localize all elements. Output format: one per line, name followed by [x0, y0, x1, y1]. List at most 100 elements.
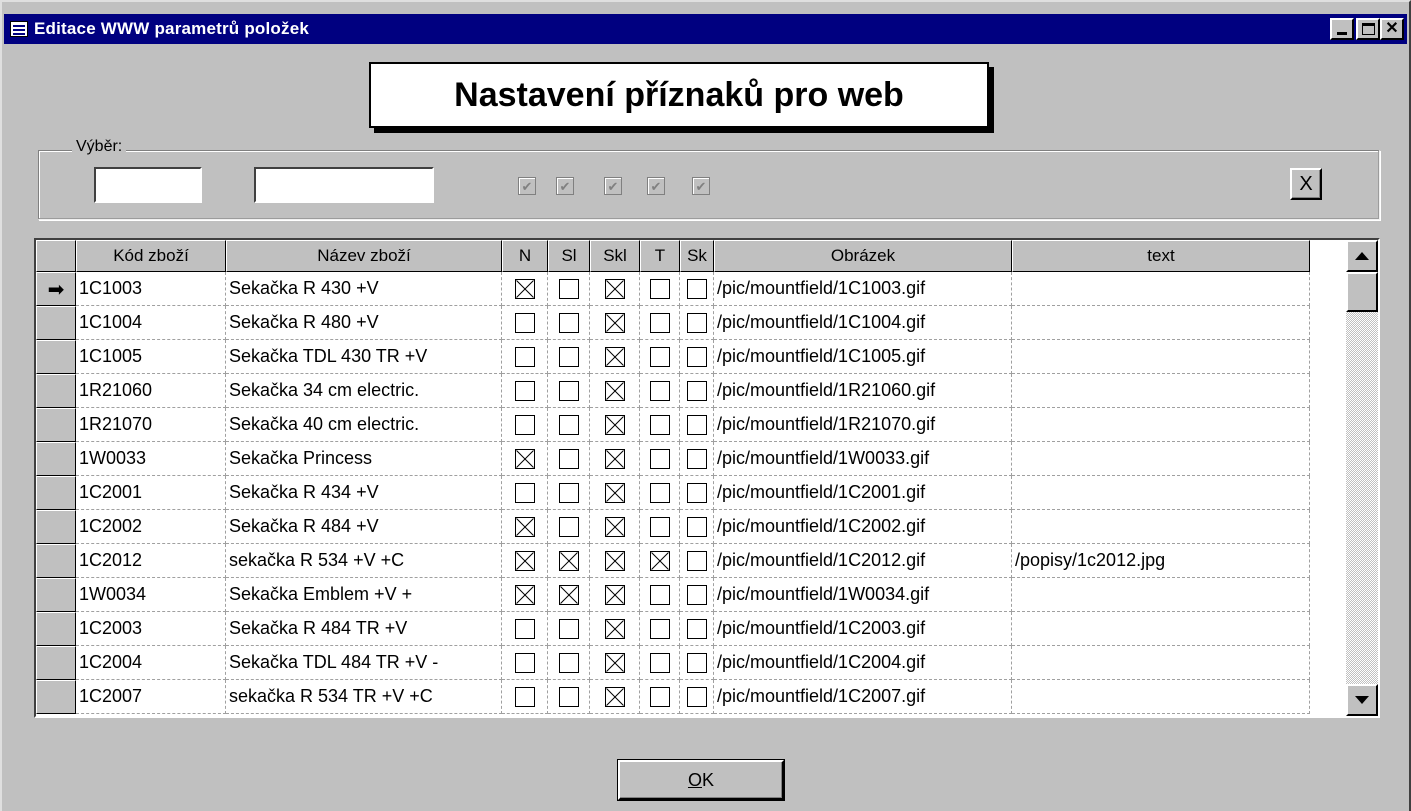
flag-n-checkbox[interactable]	[514, 550, 535, 571]
flag-sl-checkbox[interactable]	[558, 278, 579, 299]
flag-skl-checkbox[interactable]	[604, 618, 625, 639]
cell-flag-sk[interactable]	[680, 306, 714, 340]
table-row[interactable]: 1C2012 sekačka R 534 +V +C/pic/mountfield…	[36, 544, 1346, 578]
cell-text[interactable]	[1012, 646, 1310, 680]
table-row[interactable]: 1C2007 sekačka R 534 TR +V +C/pic/mountfi…	[36, 680, 1346, 714]
flag-sk-checkbox[interactable]	[686, 278, 707, 299]
cell-flag-sk[interactable]	[680, 680, 714, 714]
flag-t-checkbox[interactable]	[649, 516, 670, 537]
cell-flag-sk[interactable]	[680, 578, 714, 612]
row-selector[interactable]	[36, 578, 76, 612]
table-row[interactable]: 1R21070 Sekačka 40 cm electric. /pic/mount…	[36, 408, 1346, 442]
row-selector[interactable]	[36, 306, 76, 340]
cell-image-path[interactable]: /pic/mountfield/1C2001.gif	[714, 476, 1012, 510]
flag-skl-checkbox[interactable]	[604, 346, 625, 367]
flag-n-checkbox[interactable]	[514, 414, 535, 435]
cell-name[interactable]: Sekačka Princess	[226, 442, 502, 476]
cell-code[interactable]: 1C1003	[76, 272, 226, 306]
table-row[interactable]: 1W0034 Sekačka Emblem +V + /pic/mountfield…	[36, 578, 1346, 612]
cell-image-path[interactable]: /pic/mountfield/1R21060.gif	[714, 374, 1012, 408]
cell-text[interactable]	[1012, 680, 1310, 714]
scroll-down-button[interactable]	[1346, 684, 1378, 716]
cell-flag-t[interactable]	[640, 578, 680, 612]
cell-flag-n[interactable]	[502, 646, 548, 680]
cell-name[interactable]: Sekačka Emblem +V +	[226, 578, 502, 612]
cell-image-path[interactable]: /pic/mountfield/1R21070.gif	[714, 408, 1012, 442]
cell-image-path[interactable]: /pic/mountfield/1W0033.gif	[714, 442, 1012, 476]
cell-text[interactable]	[1012, 578, 1310, 612]
cell-code[interactable]: 1C1004	[76, 306, 226, 340]
cell-flag-n[interactable]	[502, 476, 548, 510]
flag-n-checkbox[interactable]	[514, 448, 535, 469]
cell-code[interactable]: 1C2004	[76, 646, 226, 680]
cell-flag-skl[interactable]	[590, 476, 640, 510]
flag-n-checkbox[interactable]	[514, 278, 535, 299]
flag-t-checkbox[interactable]	[649, 414, 670, 435]
cell-image-path[interactable]: /pic/mountfield/1C2002.gif	[714, 510, 1012, 544]
flag-t-checkbox[interactable]	[649, 312, 670, 333]
flag-sk-checkbox[interactable]	[686, 584, 707, 605]
cell-image-path[interactable]: /pic/mountfield/1W0034.gif	[714, 578, 1012, 612]
form-window-icon[interactable]	[10, 21, 28, 37]
cell-flag-n[interactable]	[502, 374, 548, 408]
flag-sk-checkbox[interactable]	[686, 618, 707, 639]
cell-code[interactable]: 1C1005	[76, 340, 226, 374]
ok-button[interactable]: OK	[618, 760, 784, 800]
table-row[interactable]: 1C2004 Sekačka TDL 484 TR +V - /pic/mountf…	[36, 646, 1346, 680]
cell-flag-sl[interactable]	[548, 306, 590, 340]
flag-sl-checkbox[interactable]	[558, 516, 579, 537]
table-row[interactable]: 1C2003 Sekačka R 484 TR +V/pic/mountfield…	[36, 612, 1346, 646]
flag-skl-checkbox[interactable]	[604, 516, 625, 537]
flag-sk-checkbox[interactable]	[686, 652, 707, 673]
filter-flag-t-checkbox[interactable]: ✔	[647, 177, 665, 195]
cell-flag-sk[interactable]	[680, 272, 714, 306]
cell-flag-n[interactable]	[502, 408, 548, 442]
cell-flag-skl[interactable]	[590, 612, 640, 646]
cell-flag-t[interactable]	[640, 374, 680, 408]
cell-flag-sk[interactable]	[680, 646, 714, 680]
cell-text[interactable]	[1012, 442, 1310, 476]
row-selector[interactable]	[36, 646, 76, 680]
cell-image-path[interactable]: /pic/mountfield/1C2012.gif	[714, 544, 1012, 578]
cell-text[interactable]	[1012, 272, 1310, 306]
cell-name[interactable]: Sekačka 40 cm electric.	[226, 408, 502, 442]
cell-image-path[interactable]: /pic/mountfield/1C2007.gif	[714, 680, 1012, 714]
row-selector[interactable]	[36, 442, 76, 476]
flag-sl-checkbox[interactable]	[558, 618, 579, 639]
table-row[interactable]: 1C2002 Sekačka R 484 +V/pic/mountfield/1C…	[36, 510, 1346, 544]
row-selector[interactable]	[36, 612, 76, 646]
flag-sk-checkbox[interactable]	[686, 686, 707, 707]
cell-code[interactable]: 1C2012	[76, 544, 226, 578]
cell-code[interactable]: 1R21070	[76, 408, 226, 442]
cell-flag-t[interactable]	[640, 340, 680, 374]
flag-t-checkbox[interactable]	[649, 448, 670, 469]
flag-n-checkbox[interactable]	[514, 652, 535, 673]
cell-flag-t[interactable]	[640, 442, 680, 476]
flag-sl-checkbox[interactable]	[558, 312, 579, 333]
cell-flag-sl[interactable]	[548, 272, 590, 306]
flag-n-checkbox[interactable]	[514, 516, 535, 537]
cell-flag-sk[interactable]	[680, 374, 714, 408]
flag-t-checkbox[interactable]	[649, 278, 670, 299]
cell-flag-sl[interactable]	[548, 578, 590, 612]
flag-sl-checkbox[interactable]	[558, 448, 579, 469]
cell-name[interactable]: Sekačka TDL 430 TR +V	[226, 340, 502, 374]
cell-flag-sk[interactable]	[680, 408, 714, 442]
cell-flag-sl[interactable]	[548, 646, 590, 680]
flag-skl-checkbox[interactable]	[604, 414, 625, 435]
column-header-t[interactable]: T	[640, 240, 680, 272]
flag-skl-checkbox[interactable]	[604, 278, 625, 299]
table-row[interactable]: 1C1004 Sekačka R 480 +V/pic/mountfield/1C…	[36, 306, 1346, 340]
flag-skl-checkbox[interactable]	[604, 550, 625, 571]
flag-sk-checkbox[interactable]	[686, 312, 707, 333]
cell-flag-sk[interactable]	[680, 340, 714, 374]
cell-flag-sl[interactable]	[548, 374, 590, 408]
vertical-scrollbar[interactable]	[1346, 240, 1378, 716]
cell-flag-t[interactable]	[640, 680, 680, 714]
cell-name[interactable]: Sekačka R 434 +V	[226, 476, 502, 510]
flag-sl-checkbox[interactable]	[558, 686, 579, 707]
cell-name[interactable]: Sekačka R 480 +V	[226, 306, 502, 340]
cell-flag-t[interactable]	[640, 612, 680, 646]
filter-flag-sl-checkbox[interactable]: ✔	[556, 177, 574, 195]
flag-t-checkbox[interactable]	[649, 618, 670, 639]
